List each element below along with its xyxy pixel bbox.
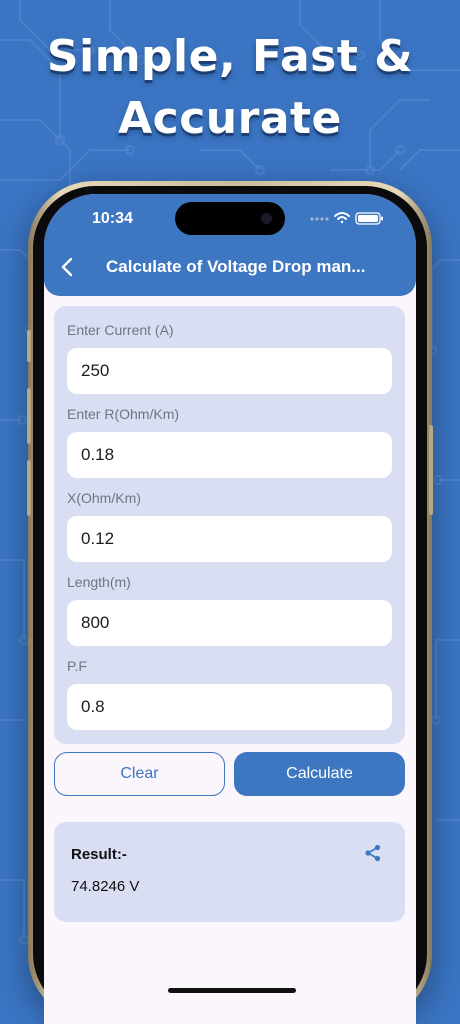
share-icon: [365, 844, 381, 862]
wifi-icon: [334, 212, 350, 224]
phone-screen: 10:34 Calculate of Voltage Drop man... E…: [44, 194, 416, 1024]
result-value: 74.8246 V: [71, 878, 140, 895]
app-bar: 10:34 Calculate of Voltage Drop man...: [44, 194, 416, 296]
clear-button[interactable]: Clear: [54, 752, 225, 796]
phone-volume-up: [27, 388, 31, 444]
page-title: Calculate of Voltage Drop man...: [106, 257, 366, 276]
result-card: Result:- 74.8246 V: [54, 822, 405, 922]
camera-icon: [261, 213, 272, 224]
calculate-button[interactable]: Calculate: [234, 752, 405, 796]
battery-icon: [355, 212, 383, 225]
headline: Simple, Fast & Accurate: [0, 26, 460, 150]
resistance-label: Enter R(Ohm/Km): [67, 406, 180, 422]
headline-line-1: Simple, Fast &: [46, 31, 414, 82]
headline-line-2: Accurate: [118, 93, 342, 144]
power-factor-label: P.F: [67, 658, 87, 674]
dynamic-island: [175, 202, 285, 235]
resistance-input[interactable]: [67, 432, 392, 478]
share-button[interactable]: [364, 844, 382, 862]
reactance-input[interactable]: [67, 516, 392, 562]
phone-volume-down: [27, 460, 31, 516]
status-time: 10:34: [92, 210, 133, 227]
phone-side-button: [27, 330, 31, 362]
signal-icon: [310, 217, 329, 221]
chevron-left-icon: [61, 257, 73, 277]
reactance-label: X(Ohm/Km): [67, 490, 141, 506]
power-factor-input[interactable]: [67, 684, 392, 730]
phone-power-button: [429, 425, 433, 515]
status-icons: [310, 212, 383, 225]
current-input[interactable]: [67, 348, 392, 394]
back-button[interactable]: [54, 254, 84, 280]
home-indicator: [168, 988, 296, 993]
length-label: Length(m): [67, 574, 131, 590]
result-label: Result:-: [71, 846, 127, 863]
current-label: Enter Current (A): [67, 322, 174, 338]
length-input[interactable]: [67, 600, 392, 646]
